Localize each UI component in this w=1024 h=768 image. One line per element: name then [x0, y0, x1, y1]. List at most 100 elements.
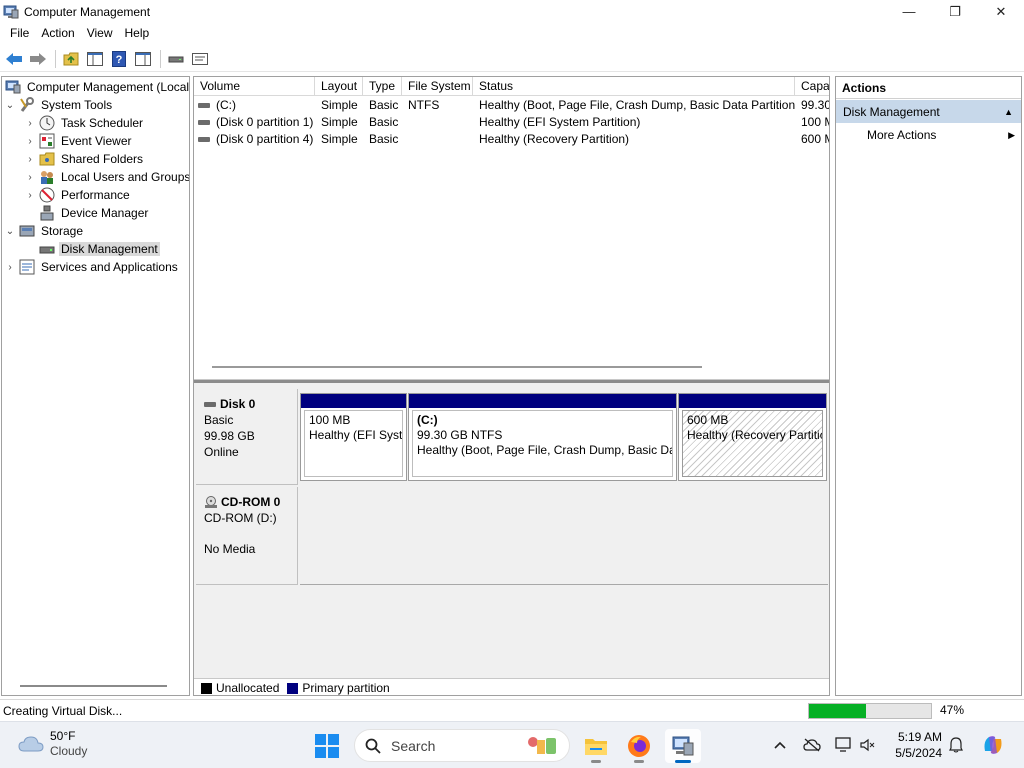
- taskbar-clock[interactable]: 5:19 AM 5/5/2024: [888, 729, 942, 761]
- network-tray-icon[interactable]: [834, 735, 854, 755]
- tree-item-device-manager[interactable]: Device Manager: [36, 204, 150, 222]
- cdrom-0-label[interactable]: CD-ROM 0 CD-ROM (D:) No Media: [196, 487, 298, 585]
- column-header-layout[interactable]: Layout: [315, 77, 363, 96]
- back-button[interactable]: [3, 48, 25, 70]
- copilot-button[interactable]: [980, 732, 1006, 758]
- tree-item-label: Shared Folders: [61, 152, 144, 166]
- shared-folder-icon: [39, 151, 55, 167]
- tree-item-task-scheduler[interactable]: › Task Scheduler: [24, 114, 145, 132]
- notifications-button[interactable]: [946, 735, 966, 755]
- more-actions-label: More Actions: [867, 128, 937, 142]
- collapse-up-icon[interactable]: ▲: [1004, 100, 1013, 124]
- disk-name: CD-ROM 0: [221, 495, 281, 509]
- volume-name: (Disk 0 partition 4): [216, 132, 314, 146]
- tree-item-local-users[interactable]: › Local Users and Groups: [24, 168, 190, 186]
- legend-primary-swatch: [287, 682, 299, 694]
- tree-item-services-applications[interactable]: › Services and Applications: [4, 258, 180, 276]
- tree-item-disk-management[interactable]: Disk Management: [36, 240, 160, 258]
- volume-layout: Simple: [321, 132, 358, 146]
- connect-drive-button[interactable]: [165, 48, 187, 70]
- close-button[interactable]: ✕: [978, 0, 1024, 23]
- weather-widget[interactable]: 50°F Cloudy: [18, 729, 87, 759]
- tree-item-event-viewer[interactable]: › Event Viewer: [24, 132, 133, 150]
- column-header-capacity[interactable]: Capa: [795, 77, 829, 96]
- title-bar: Computer Management — ❐ ✕: [0, 0, 1024, 23]
- chevron-right-icon[interactable]: ›: [24, 172, 36, 183]
- running-indicator: [591, 760, 601, 763]
- weather-temperature: 50°F: [50, 729, 76, 743]
- actions-header: Actions: [836, 77, 1021, 99]
- properties-icon: [192, 52, 208, 65]
- show-hide-tree-icon: [87, 51, 103, 66]
- tree-item-storage[interactable]: ⌄ Storage: [4, 222, 85, 240]
- column-header-status[interactable]: Status: [473, 77, 795, 96]
- menu-help[interactable]: Help: [119, 23, 156, 44]
- disk-management-icon: [39, 241, 55, 257]
- volume-row[interactable]: (Disk 0 partition 1) Simple Basic Health…: [194, 114, 829, 131]
- start-button[interactable]: [314, 733, 340, 759]
- tree-item-label: Storage: [41, 224, 84, 238]
- menu-view[interactable]: View: [81, 23, 119, 44]
- tree-item-shared-folders[interactable]: › Shared Folders: [24, 150, 145, 168]
- menu-action[interactable]: Action: [35, 23, 80, 44]
- chevron-right-icon[interactable]: ›: [24, 136, 36, 147]
- menu-file[interactable]: File: [4, 23, 35, 44]
- chevron-down-icon[interactable]: ⌄: [4, 100, 16, 111]
- chevron-right-icon[interactable]: ›: [24, 118, 36, 129]
- progress-percent: 47%: [940, 703, 965, 717]
- disk-0-label[interactable]: Disk 0 Basic 99.98 GB Online: [196, 389, 298, 485]
- taskbar-search[interactable]: Search: [354, 729, 570, 762]
- tree-item-performance[interactable]: › Performance: [24, 186, 132, 204]
- clock-time: 5:19 AM: [897, 730, 942, 744]
- tree-item-label: System Tools: [41, 98, 113, 112]
- maximize-button[interactable]: ❐: [932, 0, 978, 23]
- column-header-volume[interactable]: Volume: [194, 77, 315, 96]
- taskbar-computer-management[interactable]: [665, 729, 701, 763]
- chevron-right-icon[interactable]: ›: [24, 190, 36, 201]
- volume-tray-icon[interactable]: [858, 735, 878, 755]
- taskbar-file-explorer[interactable]: [578, 729, 614, 763]
- disk-name: Disk 0: [220, 397, 256, 411]
- partition-size: 99.30 GB NTFS: [417, 428, 503, 442]
- volume-capacity: 99.30: [801, 98, 830, 112]
- horizontal-scrollbar[interactable]: [20, 685, 167, 687]
- onedrive-tray-icon[interactable]: [802, 735, 822, 755]
- chevron-down-icon[interactable]: ⌄: [4, 226, 16, 237]
- show-hide-action-pane-icon: [135, 51, 151, 66]
- search-icon: [365, 738, 381, 754]
- running-indicator: [634, 760, 644, 763]
- weather-description: Cloudy: [50, 744, 88, 758]
- volume-layout: Simple: [321, 115, 358, 129]
- properties-button[interactable]: [189, 48, 211, 70]
- minimize-button[interactable]: —: [886, 0, 932, 23]
- disk-size: 99.98 GB: [204, 429, 255, 443]
- performance-icon: [39, 187, 55, 203]
- chevron-right-icon[interactable]: ›: [4, 262, 16, 273]
- chevron-right-icon[interactable]: ›: [24, 154, 36, 165]
- column-header-file-system[interactable]: File System: [402, 77, 473, 96]
- volume-row[interactable]: (C:) Simple Basic NTFS Healthy (Boot, Pa…: [194, 97, 830, 114]
- show-hide-action-pane-button[interactable]: [132, 48, 154, 70]
- maximize-icon: ❐: [949, 3, 961, 19]
- forward-icon: [30, 52, 46, 65]
- partition-recovery[interactable]: 600 MB Healthy (Recovery Partitic: [678, 393, 827, 481]
- actions-pane: Actions Disk Management ▲ More Actions ▶: [835, 76, 1022, 696]
- up-one-level-button[interactable]: [60, 48, 82, 70]
- disk-kind: Basic: [204, 413, 234, 427]
- tree-item-system-tools[interactable]: ⌄ System Tools: [4, 96, 114, 114]
- tree-item-label: Local Users and Groups: [61, 170, 190, 184]
- show-hide-tree-button[interactable]: [84, 48, 106, 70]
- horizontal-scrollbar[interactable]: [212, 366, 702, 368]
- show-hidden-icons-button[interactable]: [770, 735, 790, 755]
- taskbar-firefox[interactable]: [621, 729, 657, 763]
- column-header-type[interactable]: Type: [363, 77, 402, 96]
- partition-efi[interactable]: 100 MB Healthy (EFI Syste: [300, 393, 407, 481]
- tree-item-computer-management[interactable]: Computer Management (Local: [4, 78, 189, 96]
- volume-capacity: 100 M: [801, 115, 829, 129]
- partition-c[interactable]: (C:) 99.30 GB NTFS Healthy (Boot, Page F…: [408, 393, 677, 481]
- more-actions-item[interactable]: More Actions ▶: [836, 124, 1021, 146]
- forward-button[interactable]: [27, 48, 49, 70]
- actions-section-disk-management[interactable]: Disk Management ▲: [836, 100, 1021, 124]
- help-button[interactable]: ?: [108, 48, 130, 70]
- volume-row[interactable]: (Disk 0 partition 4) Simple Basic Health…: [194, 131, 829, 148]
